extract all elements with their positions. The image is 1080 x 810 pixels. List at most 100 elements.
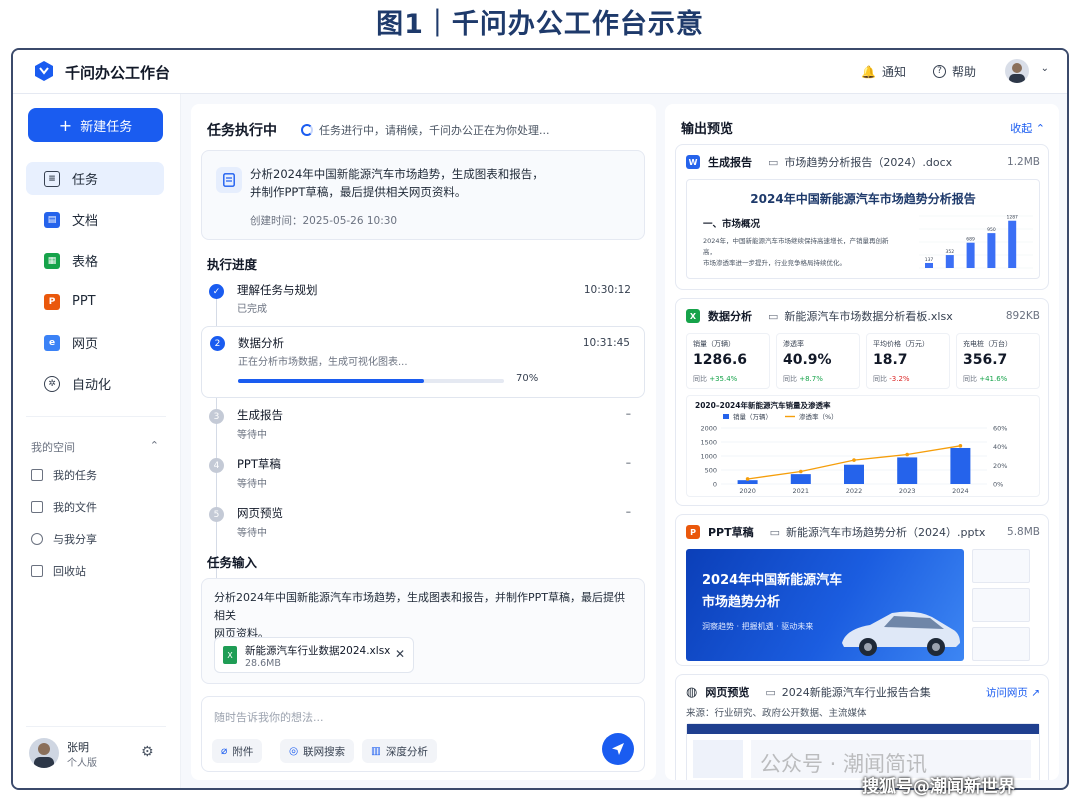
analysis-output-card[interactable]: X 数据分析 ▭ 新能源汽车市场数据分析看板.xlsx 892KB 销量（万辆）… xyxy=(675,298,1049,506)
attachment-button[interactable]: ⌀ 附件 xyxy=(212,739,263,763)
car-image xyxy=(842,611,960,656)
x-tick-label: 2023 xyxy=(899,487,916,495)
sheet-icon: ▦ xyxy=(44,252,60,269)
kpi-delta-prefix: 同比 xyxy=(783,375,797,383)
step-item[interactable]: 5 网页预览 等待中 – xyxy=(201,504,645,546)
kpi-delta: 同比 +41.6% xyxy=(963,374,1007,384)
report-paragraph: 2024年，中国新能源汽车市场继续保持高速增长，产销量再创新高， 市场渗透率进一… xyxy=(703,236,893,269)
collapse-button[interactable]: 收起 ⌃ xyxy=(1010,120,1045,136)
step-number: 4 xyxy=(209,458,224,473)
step-time: – xyxy=(625,457,631,469)
plus-icon: + xyxy=(58,115,73,135)
kpi-value: 356.7 xyxy=(963,352,1008,368)
card-file-name: 市场趋势分析报告（2024）.docx xyxy=(784,156,953,169)
card-header: W 生成报告 ▭ 市场趋势分析报告（2024）.docx 1.2MB xyxy=(686,153,1040,171)
data-label: 950 xyxy=(987,227,996,233)
notification-label: 通知 xyxy=(881,65,906,79)
slide-thumbnail[interactable] xyxy=(972,549,1030,583)
nav-item-web[interactable]: e 网页 xyxy=(26,326,164,359)
space-item-label: 与我分享 xyxy=(53,533,97,546)
web-search-button[interactable]: ◎ 联网搜索 xyxy=(280,739,355,763)
data-label: 1287 xyxy=(1006,215,1018,221)
step-item[interactable]: 4 PPT草稿 等待中 – xyxy=(201,455,645,497)
compose-input[interactable]: 随时告诉我你的想法... xyxy=(214,709,324,725)
ppt-cover-slide: 2024年中国新能源汽车 市场趋势分析 洞察趋势 · 把握机遇 · 驱动未来 xyxy=(686,549,964,661)
chevron-down-icon[interactable]: ⌄ xyxy=(1041,63,1049,74)
visit-web-link[interactable]: 访问网页 ↗ xyxy=(986,685,1040,700)
line-point xyxy=(799,469,803,474)
legend-swatch xyxy=(723,414,729,419)
deep-analysis-button[interactable]: ▥ 深度分析 xyxy=(362,739,437,763)
step-item[interactable]: ✓ 理解任务与规划 已完成 10:30:12 xyxy=(201,280,645,322)
attachment-size: 28.6MB xyxy=(245,658,281,669)
kpi-card: 充电桩（万台） 356.7 同比 +41.6% xyxy=(956,333,1040,389)
user-avatar[interactable] xyxy=(1005,59,1029,83)
bar xyxy=(790,474,811,484)
task-input-text: 分析2024年中国新能源汽车市场趋势，生成图表和报告，并制作PPT草稿，最后提供… xyxy=(214,589,634,643)
ppt-output-card[interactable]: P PPT草稿 ▭ 新能源汽车市场趋势分析（2024）.pptx 5.8MB 2… xyxy=(675,514,1049,666)
nav-item-task[interactable]: ≡ 任务 xyxy=(26,162,164,195)
step-time: – xyxy=(625,506,631,518)
step-item-active[interactable]: 2 数据分析 正在分析市场数据，生成可视化图表... 10:31:45 70% xyxy=(201,326,645,398)
space-item-trash[interactable]: 回收站 xyxy=(31,563,86,579)
kpi-delta-prefix: 同比 xyxy=(693,375,707,383)
combo-chart: 2020–2024年新能源汽车销量及渗透率销量（万辆） 渗透率（%） 0 500 100… xyxy=(695,400,1007,495)
nav-item-ppt[interactable]: P PPT xyxy=(26,285,164,318)
card-header: X 数据分析 ▭ 新能源汽车市场数据分析看板.xlsx 892KB xyxy=(686,307,1040,325)
slide-thumbnail[interactable] xyxy=(972,588,1030,622)
send-button[interactable] xyxy=(602,733,634,765)
step-status: 等待中 xyxy=(237,479,267,490)
compose-box[interactable]: 随时告诉我你的想法... ⌀ 附件 ◎ 联网搜索 ▥ 深度分析 xyxy=(201,696,645,772)
report-section-heading: 一、市场概况 xyxy=(703,219,761,230)
my-space-header[interactable]: 我的空间 ⌃ xyxy=(31,439,159,455)
step-item[interactable]: 3 生成报告 等待中 – xyxy=(201,406,645,448)
kpi-label: 平均价格（万元） xyxy=(873,340,929,348)
step-time: – xyxy=(625,408,631,420)
ppt-title-line: 市场趋势分析 xyxy=(702,595,781,610)
report-output-card[interactable]: W 生成报告 ▭ 市场趋势分析报告（2024）.docx 1.2MB 2024年… xyxy=(675,144,1049,290)
nav-item-doc[interactable]: ▤ 文档 xyxy=(26,203,164,236)
nav-item-automation[interactable]: ✲ 自动化 xyxy=(26,367,164,400)
gear-icon[interactable]: ⚙ xyxy=(141,744,154,760)
nav-label: 文档 xyxy=(72,214,99,229)
excel-file-icon: X xyxy=(223,646,237,664)
close-icon[interactable]: ✕ xyxy=(395,647,405,661)
divider xyxy=(26,416,166,417)
bar xyxy=(844,464,864,484)
space-item-shared[interactable]: 与我分享 xyxy=(31,531,97,547)
kpi-card: 平均价格（万元） 18.7 同比 -3.2% xyxy=(866,333,950,389)
space-item-label: 我的文件 xyxy=(53,501,97,514)
progress-section-title: 执行进度 xyxy=(207,257,258,272)
sheet-icon: X xyxy=(686,309,700,323)
nav-item-sheet[interactable]: ▦ 表格 xyxy=(26,244,164,277)
space-item-my-tasks[interactable]: 我的任务 xyxy=(31,467,97,483)
x-tick-label: 2020 xyxy=(739,487,756,495)
app-window: 千问办公工作台 🔔 通知 ? 帮助 ⌄ + 新建任务 ≡ 任务 ▤ 文档 ▦ 表 xyxy=(11,48,1069,790)
notification-button[interactable]: 🔔 通知 xyxy=(861,63,906,80)
card-type: 网页预览 xyxy=(705,686,750,699)
new-task-button[interactable]: + 新建任务 xyxy=(28,108,163,142)
slide-thumbnail[interactable] xyxy=(972,627,1030,661)
x-tick-label: 2021 xyxy=(793,487,810,495)
kpi-delta-prefix: 同比 xyxy=(963,375,977,383)
kpi-delta-value: -3.2% xyxy=(889,375,910,383)
kpi-label: 渗透率 xyxy=(783,340,804,348)
report-doc-title: 2024年中国新能源汽车市场趋势分析报告 xyxy=(750,192,976,206)
help-button[interactable]: ? 帮助 xyxy=(933,63,976,80)
user-profile[interactable]: 张明 个人版 ⚙ xyxy=(29,738,169,778)
web-icon: e xyxy=(44,334,60,351)
ppt-icon: P xyxy=(686,525,700,539)
app-title: 千问办公工作台 xyxy=(65,64,171,82)
web-preview-header xyxy=(687,724,1039,734)
document-icon xyxy=(216,167,242,193)
attachment-chip[interactable]: X 新能源汽车行业数据2024.xlsx 28.6MB ✕ xyxy=(214,637,414,673)
top-bar: 千问办公工作台 🔔 通知 ? 帮助 ⌄ xyxy=(13,50,1067,94)
bell-icon: 🔔 xyxy=(861,64,876,79)
output-panel: 输出预览 收起 ⌃ W 生成报告 ▭ 市场趋势分析报告（2024）.docx 1… xyxy=(665,104,1059,780)
task-input-line: 分析2024年中国新能源汽车市场趋势，生成图表和报告，并制作PPT草稿，最后提供… xyxy=(214,591,625,622)
task-status-text: 任务进行中，请稍候，千问办公正在为你处理... xyxy=(319,124,550,137)
file-icon xyxy=(31,469,43,481)
space-item-my-files[interactable]: 我的文件 xyxy=(31,499,97,515)
bar xyxy=(1008,220,1017,268)
deep-analysis-label: 深度分析 xyxy=(385,745,428,758)
